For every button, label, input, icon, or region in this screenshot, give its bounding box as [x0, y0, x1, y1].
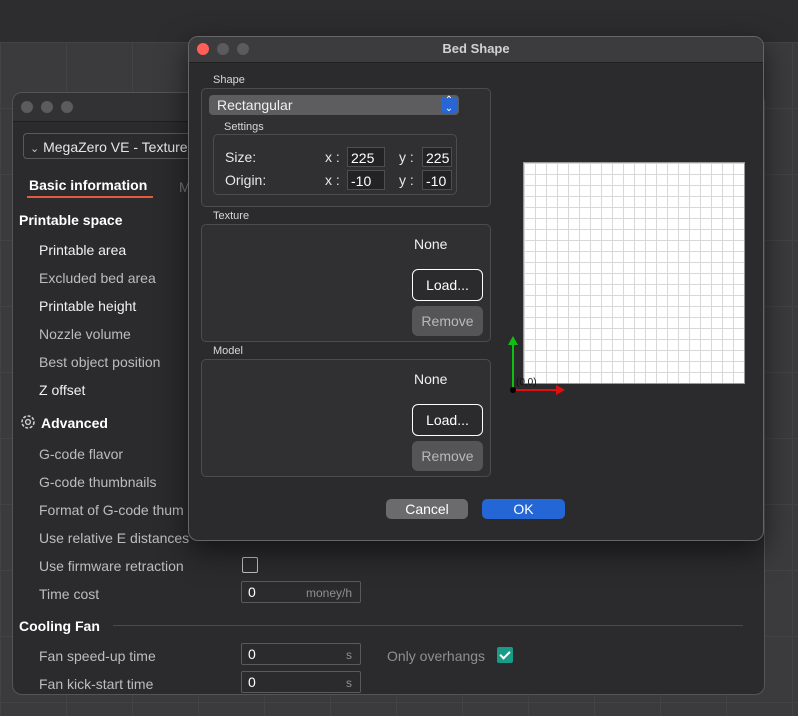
gcode-flavor-label: G-code flavor — [39, 446, 124, 462]
texture-remove-button[interactable]: Remove — [412, 306, 483, 336]
use-firmware-retraction-checkbox[interactable] — [242, 557, 258, 573]
time-cost-unit: money/h — [305, 586, 352, 600]
section-divider — [113, 625, 743, 626]
zoom-window-button[interactable] — [61, 101, 73, 113]
section-printable-space: Printable space — [19, 212, 123, 228]
format-thumbnails-label: Format of G-code thum — [39, 502, 184, 518]
size-label: Size: — [225, 149, 257, 165]
shape-select[interactable]: Rectangular ⌃ ⌄ — [209, 95, 459, 115]
minimize-window-button[interactable] — [41, 101, 53, 113]
fan-kickstart-time-label: Fan kick-start time — [39, 676, 154, 692]
excluded-bed-area-label: Excluded bed area — [39, 270, 156, 286]
texture-load-button[interactable]: Load... — [412, 269, 483, 301]
model-group-label: Model — [213, 345, 243, 357]
shape-select-value: Rectangular — [217, 97, 293, 113]
x-axis-arrowhead — [556, 385, 565, 395]
active-tab-indicator — [27, 196, 153, 198]
bed-shape-dialog: Bed Shape Shape Rectangular ⌃ ⌄ Settings … — [188, 36, 764, 541]
best-object-position-label: Best object position — [39, 354, 161, 370]
model-remove-button[interactable]: Remove — [412, 441, 483, 471]
only-overhangs-checkbox[interactable] — [497, 647, 513, 663]
z-offset-label: Z offset — [39, 382, 86, 398]
time-cost-input[interactable]: 0 money/h — [241, 581, 361, 603]
fan-kickstart-input[interactable]: 0 s — [241, 671, 361, 693]
origin-y-input[interactable]: -10 — [422, 170, 452, 190]
origin-x-label: x : — [325, 172, 340, 188]
up-down-chevron-icon: ⌃ ⌄ — [441, 96, 457, 114]
fan-speedup-unit: s — [346, 648, 352, 662]
size-x-input[interactable]: 225 — [347, 147, 385, 167]
chevron-down-icon: ⌄ — [30, 143, 40, 155]
axis-indicator — [508, 336, 565, 395]
settings-group-label: Settings — [224, 121, 264, 133]
printable-area-label: Printable area — [39, 242, 127, 258]
size-y-input[interactable]: 225 — [422, 147, 452, 167]
size-x-label: x : — [325, 149, 340, 165]
texture-group-label: Texture — [213, 210, 250, 222]
use-relative-e-label: Use relative E distances — [39, 530, 190, 546]
fan-speedup-value: 0 — [248, 646, 256, 662]
time-cost-value: 0 — [248, 584, 256, 600]
advanced-gear-icon — [19, 413, 37, 436]
fan-speedup-time-label: Fan speed-up time — [39, 648, 156, 664]
model-load-button[interactable]: Load... — [412, 404, 483, 436]
printable-height-label: Printable height — [39, 298, 137, 314]
origin-y-label: y : — [399, 172, 414, 188]
only-overhangs-label: Only overhangs — [387, 648, 486, 664]
fan-kickstart-value: 0 — [248, 674, 256, 690]
origin-marker-label: (0,0) — [516, 377, 537, 388]
model-value: None — [414, 371, 448, 387]
time-cost-label: Time cost — [39, 586, 100, 602]
printer-preset-value: MegaZero VE - Texture — [43, 139, 188, 155]
texture-value: None — [414, 236, 448, 252]
gcode-thumbnails-label: G-code thumbnails — [39, 474, 157, 490]
nozzle-volume-label: Nozzle volume — [39, 326, 131, 342]
size-y-label: y : — [399, 149, 414, 165]
fan-kickstart-unit: s — [346, 676, 352, 690]
dialog-titlebar: Bed Shape — [189, 37, 763, 63]
tab-basic-information[interactable]: Basic information — [29, 177, 147, 193]
shape-group-label: Shape — [213, 74, 245, 86]
section-cooling-fan: Cooling Fan — [19, 618, 100, 634]
origin-x-input[interactable]: -10 — [347, 170, 385, 190]
fan-speedup-input[interactable]: 0 s — [241, 643, 361, 665]
y-axis-arrowhead — [508, 336, 518, 345]
origin-label: Origin: — [225, 172, 267, 188]
cancel-button[interactable]: Cancel — [386, 499, 468, 519]
ok-button[interactable]: OK — [482, 499, 565, 519]
section-advanced: Advanced — [41, 415, 108, 431]
use-firmware-retraction-label: Use firmware retraction — [39, 558, 184, 574]
dialog-title: Bed Shape — [442, 41, 510, 56]
close-window-button[interactable] — [21, 101, 33, 113]
